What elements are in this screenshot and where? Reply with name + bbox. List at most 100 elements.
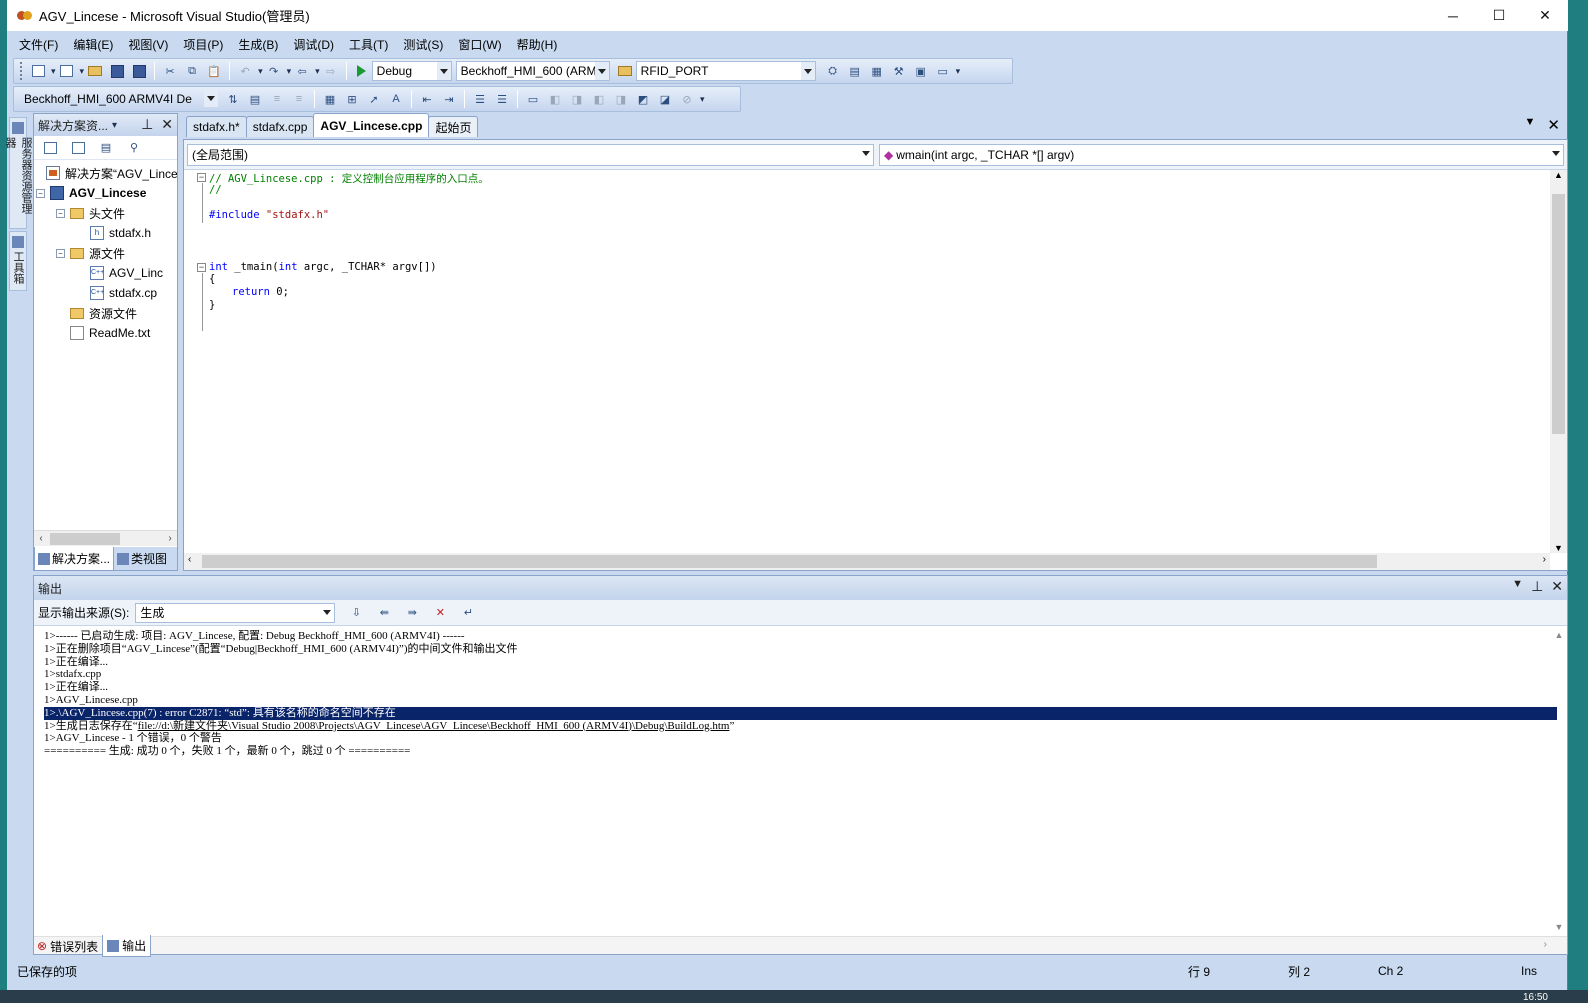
add-item-dropdown-icon[interactable]: ▾ bbox=[80, 66, 85, 77]
menu-window[interactable]: 窗口(W) bbox=[458, 36, 501, 53]
decrease-indent-icon[interactable]: ⇤ bbox=[418, 90, 436, 108]
scroll-right-icon[interactable]: › bbox=[163, 533, 177, 544]
previous-bookmark-folder-icon[interactable]: ◧ bbox=[590, 90, 608, 108]
increase-indent-icon[interactable]: ⇥ bbox=[440, 90, 458, 108]
next-bookmark-icon[interactable]: ◨ bbox=[568, 90, 586, 108]
scroll-right-icon[interactable]: › bbox=[1543, 554, 1546, 565]
undo-icon[interactable]: ↶ bbox=[236, 62, 254, 80]
start-debugging-icon[interactable] bbox=[356, 65, 366, 77]
scroll-thumb[interactable] bbox=[202, 555, 1377, 568]
tab-stdafx-h[interactable]: stdafx.h* bbox=[186, 116, 247, 137]
menu-tools[interactable]: 工具(T) bbox=[349, 36, 388, 53]
show-all-files-icon[interactable] bbox=[70, 140, 86, 156]
tree-item-header-files[interactable]: − 头文件 bbox=[34, 203, 177, 223]
output-horizontal-scrollbar[interactable]: ‹ › bbox=[34, 936, 1567, 954]
tree-item-project[interactable]: − AGV_Lincese bbox=[34, 183, 177, 203]
solution-horizontal-scrollbar[interactable]: ‹ › bbox=[34, 530, 177, 546]
target-device-select[interactable]: Beckhoff_HMI_600 ARMV4I De bbox=[20, 89, 218, 109]
chevron-down-icon[interactable] bbox=[320, 603, 335, 622]
outline-collapse-icon[interactable]: − bbox=[197, 173, 206, 182]
add-item-icon[interactable] bbox=[58, 62, 76, 80]
chevron-down-icon[interactable] bbox=[204, 89, 218, 107]
command-window-icon[interactable]: ▭ bbox=[934, 62, 952, 80]
chevron-down-icon[interactable] bbox=[800, 62, 815, 80]
tab-solution-explorer[interactable]: 解决方案... bbox=[34, 547, 115, 571]
tree-item-stdafx-h[interactable]: h stdafx.h bbox=[34, 223, 177, 243]
cut-icon[interactable]: ✂ bbox=[161, 62, 179, 80]
menu-edit[interactable]: 编辑(E) bbox=[73, 36, 113, 53]
paste-icon[interactable]: 📋 bbox=[205, 62, 223, 80]
tree-item-agv-cpp[interactable]: C++ AGV_Linc bbox=[34, 263, 177, 283]
menu-test[interactable]: 测试(S) bbox=[403, 36, 443, 53]
comment-out-icon[interactable]: ☰ bbox=[471, 90, 489, 108]
close-document-icon[interactable]: ✕ bbox=[1547, 116, 1560, 134]
tab-agv-lincese-cpp[interactable]: AGV_Lincese.cpp bbox=[313, 113, 430, 137]
tree-item-solution[interactable]: 解决方案“AGV_Lince bbox=[34, 163, 177, 183]
chevron-down-icon[interactable] bbox=[436, 62, 451, 80]
navigate-dropdown-icon[interactable]: ▾ bbox=[315, 66, 320, 77]
scroll-left-icon[interactable]: ‹ bbox=[188, 554, 191, 565]
toggle-word-wrap-icon[interactable]: ↵ bbox=[459, 604, 477, 622]
scroll-up-icon[interactable]: ▲ bbox=[1551, 630, 1567, 640]
maximize-button[interactable]: ☐ bbox=[1476, 0, 1522, 31]
uncomment-lines-icon[interactable]: ☰ bbox=[493, 90, 511, 108]
tab-output[interactable]: 输出 bbox=[102, 935, 152, 957]
tab-start-page[interactable]: 起始页 bbox=[428, 116, 479, 137]
redo-icon[interactable]: ↷ bbox=[265, 62, 283, 80]
build-log-link[interactable]: file://d:\新建文件夹\Visual Studio 2008\Proje… bbox=[138, 720, 730, 732]
toolbox-icon[interactable]: ⚒ bbox=[890, 62, 908, 80]
collapse-toggle-icon[interactable]: − bbox=[56, 248, 65, 258]
clear-all-icon[interactable]: ✕ bbox=[431, 604, 449, 622]
find-combo[interactable]: RFID_PORT bbox=[635, 61, 816, 81]
panel-menu-chevron-icon[interactable]: ▾ bbox=[112, 120, 117, 131]
panel-menu-chevron-icon[interactable]: ▼ bbox=[1512, 578, 1523, 595]
command-window-dropdown-icon[interactable]: ▾ bbox=[956, 66, 961, 77]
tree-item-source-files[interactable]: − 源文件 bbox=[34, 243, 177, 263]
output-error-line[interactable]: 1>.\AGV_Lincese.cpp(7) : error C2871: “s… bbox=[44, 706, 1557, 720]
minimize-button[interactable]: ─ bbox=[1430, 0, 1476, 31]
scroll-down-icon[interactable]: ▼ bbox=[1550, 543, 1567, 553]
chevron-down-icon[interactable] bbox=[859, 144, 873, 163]
uncomment-icon[interactable]: ≡ bbox=[290, 90, 308, 108]
output-source-select[interactable]: 生成 bbox=[135, 602, 336, 623]
code-text[interactable]: // AGV_Lincese.cpp : 定义控制台应用程序的入口点。 // #… bbox=[206, 170, 1550, 553]
properties-icon[interactable]: ▤ bbox=[846, 62, 864, 80]
save-all-icon[interactable] bbox=[130, 62, 148, 80]
solution-platform-select[interactable]: Beckhoff_HMI_600 (ARM bbox=[455, 61, 610, 81]
next-message-icon[interactable]: ⇛ bbox=[403, 604, 421, 622]
tree-item-stdafx-cpp[interactable]: C++ stdafx.cp bbox=[34, 283, 177, 303]
bookmark-dropdown-icon[interactable]: ▾ bbox=[700, 94, 705, 105]
menu-help[interactable]: 帮助(H) bbox=[517, 36, 558, 53]
chevron-down-icon[interactable] bbox=[594, 62, 609, 80]
save-icon[interactable] bbox=[108, 62, 126, 80]
collapse-toggle-icon[interactable]: − bbox=[56, 208, 65, 218]
find-message-in-code-icon[interactable]: ⇩ bbox=[347, 604, 365, 622]
solution-explorer-icon[interactable]: ⛭ bbox=[824, 62, 842, 80]
copy-icon[interactable]: ⧉ bbox=[183, 62, 201, 80]
scroll-up-icon[interactable]: ▲ bbox=[1550, 170, 1567, 180]
navigate-backward-icon[interactable]: ⇦ bbox=[293, 62, 311, 80]
tab-error-list[interactable]: ⊗ 错误列表 bbox=[33, 935, 102, 957]
pointer-icon[interactable]: ➚ bbox=[365, 90, 383, 108]
menu-build[interactable]: 生成(B) bbox=[238, 36, 278, 53]
scroll-right-icon[interactable]: › bbox=[1544, 939, 1547, 950]
collapse-toggle-icon[interactable]: − bbox=[36, 188, 45, 198]
redo-dropdown-icon[interactable]: ▾ bbox=[287, 66, 292, 77]
next-in-document-icon[interactable]: ◪ bbox=[656, 90, 674, 108]
find-in-files-icon[interactable] bbox=[616, 62, 634, 80]
previous-bookmark-icon[interactable]: ◧ bbox=[546, 90, 564, 108]
menu-file[interactable]: 文件(F) bbox=[19, 36, 58, 53]
refresh-icon[interactable]: ▤ bbox=[98, 140, 114, 156]
code-area[interactable]: (全局范围) ◆ wmain(int argc, _TCHAR *[] argv… bbox=[183, 139, 1568, 571]
tab-class-view[interactable]: 类视图 bbox=[114, 547, 170, 570]
scroll-thumb[interactable] bbox=[1552, 194, 1565, 434]
clear-bookmarks-icon[interactable]: ⊘ bbox=[678, 90, 696, 108]
member-select[interactable]: ◆ wmain(int argc, _TCHAR *[] argv) bbox=[879, 143, 1564, 166]
pin-icon[interactable]: ⊥ bbox=[141, 116, 153, 133]
scope-select[interactable]: (全局范围) bbox=[187, 143, 874, 166]
new-project-icon[interactable] bbox=[29, 62, 47, 80]
start-page-icon[interactable]: ▣ bbox=[912, 62, 930, 80]
toolbox-tab[interactable]: 工具箱 bbox=[9, 231, 27, 291]
class-diagram-icon[interactable]: ⚲ bbox=[126, 140, 142, 156]
comment-icon[interactable]: ≡ bbox=[268, 90, 286, 108]
